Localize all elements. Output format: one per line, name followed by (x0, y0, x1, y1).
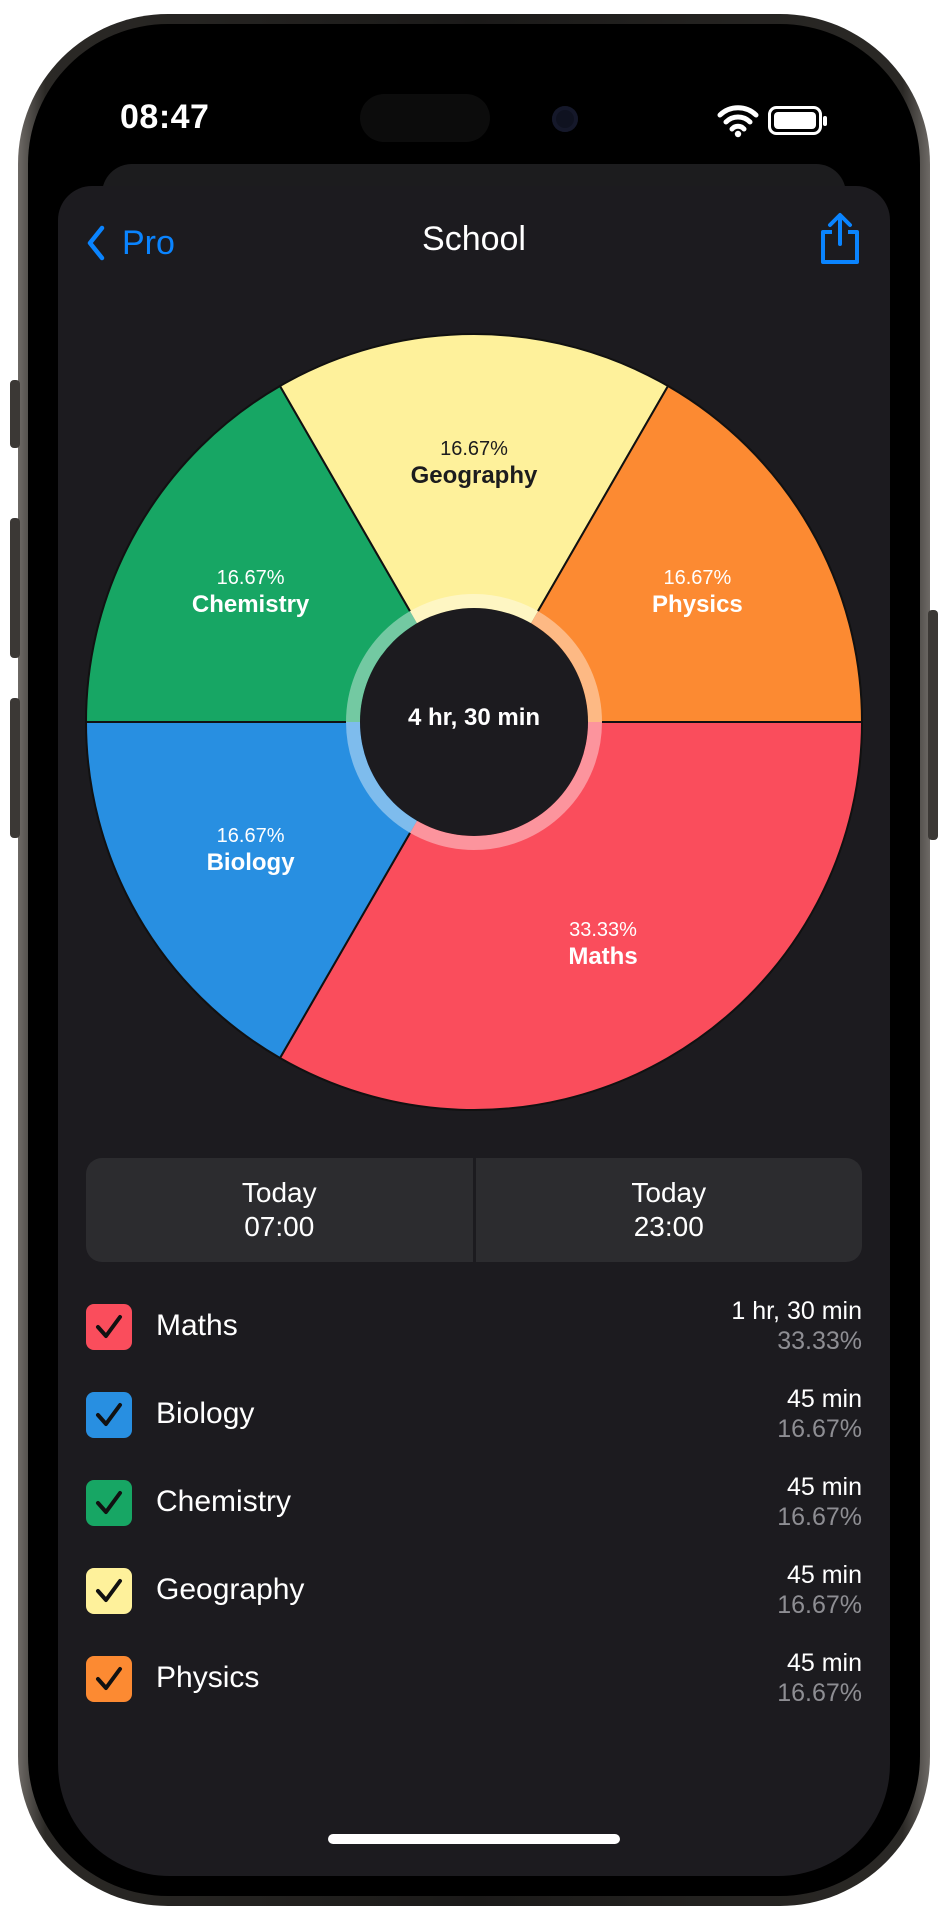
category-percent: 16.67% (777, 1415, 862, 1443)
category-name: Physics (156, 1661, 260, 1694)
checkmark-icon (96, 1579, 122, 1602)
biology-checkbox[interactable] (86, 1392, 132, 1438)
pie-label-percent: 16.67% (663, 567, 732, 589)
home-indicator[interactable] (328, 1834, 620, 1844)
checkmark-icon (96, 1491, 122, 1514)
pie-label-name: Maths (568, 943, 638, 971)
pie-label-physics: 16.67% Physics (577, 566, 817, 620)
category-name: Biology (156, 1397, 255, 1430)
checkmark-icon (96, 1315, 122, 1338)
list-item-physics[interactable]: Physics 45 min 16.67% (86, 1649, 862, 1742)
start-time: 07:00 (244, 1211, 315, 1242)
list-item-chemistry[interactable]: Chemistry 45 min 16.67% (86, 1473, 862, 1566)
front-camera (552, 106, 578, 132)
start-day: Today (241, 1177, 317, 1208)
page-title: School (422, 220, 526, 258)
category-percent: 16.67% (777, 1679, 862, 1707)
category-name: Geography (156, 1573, 305, 1606)
pie-label-name: Physics (652, 591, 743, 618)
volume-up-button (10, 518, 20, 658)
pie-label-chemistry: 16.67% Chemistry (131, 566, 371, 620)
app-screen: Pro School 33.33% Maths 16.67% Biology 16.67… (58, 186, 890, 1876)
pie-label-percent: 16.67% (216, 567, 285, 589)
category-percent: 33.33% (777, 1327, 862, 1355)
list-item-biology[interactable]: Biology 45 min 16.67% (86, 1385, 862, 1478)
category-duration: 45 min (786, 1649, 862, 1677)
volume-down-button (10, 698, 20, 838)
pie-label-biology: 16.67% Biology (131, 824, 371, 878)
list-item-geography[interactable]: Geography 45 min 16.67% (86, 1561, 862, 1654)
category-name: Maths (156, 1309, 238, 1342)
action-button (10, 380, 20, 448)
pie-label-name: Geography (410, 462, 538, 489)
pie-label-percent: 33.33% (569, 919, 637, 942)
category-duration: 45 min (786, 1385, 862, 1413)
status-time: 08:47 (120, 98, 210, 136)
share-icon (821, 213, 859, 264)
checkmark-icon (96, 1403, 122, 1426)
dynamic-island (360, 94, 490, 142)
date-range-selector: Today 07:00 Today 23:00 (86, 1158, 862, 1262)
pie-label-name: Biology (206, 849, 295, 876)
pie-chart: 33.33% Maths 16.67% Biology 16.67% Chemistry 1… (84, 332, 864, 1112)
wifi-icon (717, 105, 759, 138)
physics-checkbox[interactable] (86, 1656, 132, 1702)
pie-label-maths: 33.33% Maths (483, 918, 723, 972)
end-time: 23:00 (633, 1211, 704, 1242)
category-percent: 16.67% (777, 1503, 862, 1531)
category-duration: 45 min (786, 1561, 862, 1589)
maths-checkbox[interactable] (86, 1304, 132, 1350)
list-item-maths[interactable]: Maths 1 hr, 30 min 33.33% (86, 1297, 862, 1390)
share-button[interactable] (818, 212, 862, 266)
end-day: Today (631, 1177, 707, 1208)
category-percent: 16.67% (777, 1591, 862, 1619)
total-duration-label: 4 hr, 30 min (407, 704, 541, 731)
chemistry-checkbox[interactable] (86, 1480, 132, 1526)
battery-icon (768, 106, 827, 135)
end-time-button[interactable]: Today 23:00 (476, 1158, 863, 1262)
pie-label-percent: 16.67% (440, 438, 508, 460)
category-duration: 45 min (786, 1473, 862, 1501)
pie-label-percent: 16.67% (216, 825, 285, 847)
start-time-button[interactable]: Today 07:00 (86, 1158, 473, 1262)
checkmark-icon (96, 1667, 122, 1690)
category-duration: 1 hr, 30 min (731, 1297, 862, 1325)
pie-label-name: Chemistry (191, 591, 310, 618)
category-name: Chemistry (156, 1485, 292, 1518)
status-icons (716, 100, 828, 140)
category-list: Maths 1 hr, 30 min 33.33% Biology 45 min… (86, 1297, 862, 1742)
power-button (928, 610, 938, 840)
geography-checkbox[interactable] (86, 1568, 132, 1614)
pie-label-geography: 16.67% Geography (354, 437, 594, 491)
